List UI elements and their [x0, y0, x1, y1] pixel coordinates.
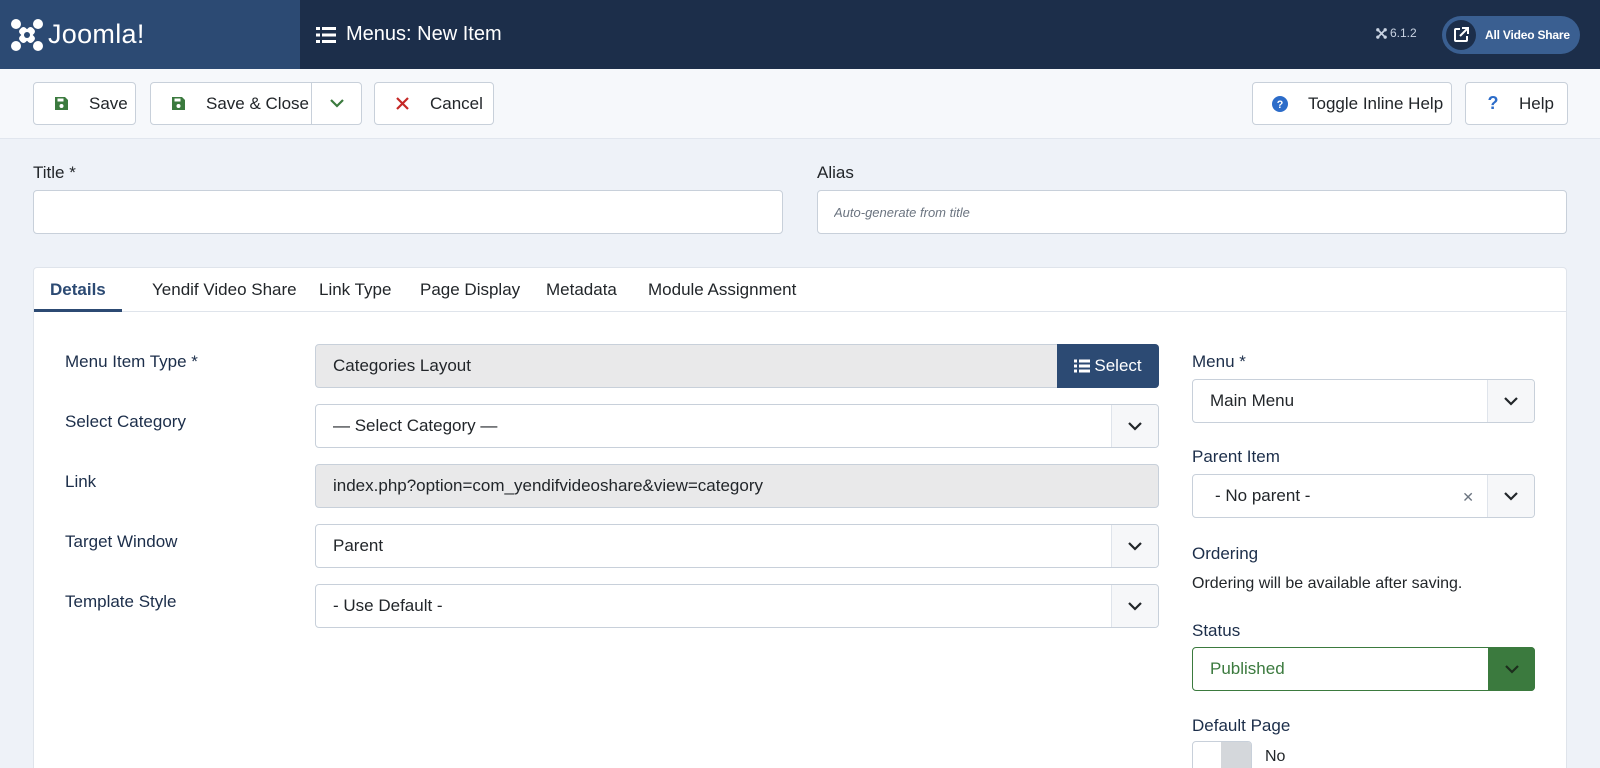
menu-item-type-label: Menu Item Type * — [65, 352, 198, 371]
joomla-mini-icon — [1376, 27, 1387, 39]
menu-item-type-field: Categories Layout Select — [315, 344, 1159, 388]
target-window-dropdown[interactable]: Parent — [315, 524, 1159, 568]
save-options-dropdown[interactable] — [311, 83, 361, 124]
svg-text:?: ? — [1277, 99, 1284, 111]
chevron-down-icon — [329, 99, 344, 108]
cancel-label: Cancel — [430, 93, 483, 113]
menu-dropdown[interactable]: Main Menu — [1192, 379, 1535, 423]
help-button[interactable]: ? Help — [1465, 82, 1568, 125]
link-value: index.php?option=com_yendifvideoshare&vi… — [333, 476, 764, 495]
alias-input[interactable] — [817, 190, 1567, 234]
tab-yendif-video-share[interactable]: Yendif Video Share — [136, 268, 313, 312]
status-dropdown[interactable]: Published — [1192, 647, 1535, 691]
parent-item-dropdown[interactable]: - No parent - ✕ — [1192, 474, 1535, 518]
save-icon — [53, 96, 69, 112]
template-style-value: - Use Default - — [333, 596, 443, 615]
select-type-button[interactable]: Select — [1057, 344, 1159, 388]
default-page-toggle[interactable] — [1192, 741, 1252, 768]
parent-item-label: Parent Item — [1192, 447, 1280, 466]
close-icon — [394, 96, 410, 112]
title-label: Title * — [33, 163, 76, 182]
title-input[interactable] — [33, 190, 783, 234]
select-category-label: Select Category — [65, 412, 186, 431]
default-page-label: Default Page — [1192, 716, 1291, 735]
parent-item-value: - No parent - — [1215, 486, 1311, 505]
tab-bar: Details Yendif Video Share Link Type Pag… — [34, 268, 1566, 312]
target-window-value: Parent — [333, 536, 384, 555]
question-icon: ? — [1487, 93, 1499, 113]
external-link-icon — [1446, 20, 1476, 50]
tab-link-type[interactable]: Link Type — [303, 268, 407, 312]
tab-details[interactable]: Details — [34, 268, 122, 312]
version-number: 6.1.2 — [1390, 26, 1417, 40]
save-label: Save — [89, 93, 128, 113]
version-label: 6.1.2 — [1376, 26, 1417, 40]
status-label: Status — [1192, 621, 1241, 640]
brand-name: Joomla! — [48, 19, 145, 49]
list-icon — [316, 26, 336, 43]
help-circle-icon: ? — [1272, 95, 1288, 112]
chevron-down-icon — [1111, 525, 1158, 567]
status-value: Published — [1210, 659, 1285, 678]
save-icon — [170, 96, 186, 112]
chevron-down-icon — [1111, 405, 1158, 447]
select-button-label: Select — [1094, 356, 1142, 375]
cancel-button[interactable]: Cancel — [374, 82, 494, 125]
link-field: index.php?option=com_yendifvideoshare&vi… — [315, 464, 1159, 508]
page-title: Menus: New Item — [346, 23, 502, 45]
tab-metadata[interactable]: Metadata — [530, 268, 633, 312]
menu-item-type-value: Categories Layout — [333, 356, 471, 375]
link-label: Link — [65, 472, 97, 491]
toggle-knob — [1221, 742, 1251, 768]
save-close-label: Save & Close — [206, 93, 309, 113]
clear-icon[interactable]: ✕ — [1462, 489, 1474, 506]
help-label: Help — [1519, 93, 1554, 113]
menu-value: Main Menu — [1210, 391, 1295, 410]
chevron-down-icon — [1487, 380, 1534, 422]
top-header: Joomla! Menus: New Item 6.1.2 All Video … — [0, 0, 1600, 69]
tab-module-assignment[interactable]: Module Assignment — [632, 268, 812, 312]
joomla-logo-icon — [11, 18, 43, 51]
page-heading: Menus: New Item — [316, 0, 502, 69]
list-icon — [1074, 359, 1091, 373]
save-close-button[interactable]: Save & Close — [150, 82, 362, 125]
chevron-down-icon — [1111, 585, 1158, 627]
tab-page-display[interactable]: Page Display — [404, 268, 536, 312]
save-button[interactable]: Save — [33, 82, 136, 125]
chevron-down-icon — [1488, 647, 1535, 691]
toggle-inline-help-button[interactable]: ? Toggle Inline Help — [1252, 82, 1452, 125]
ordering-note: Ordering will be available after saving. — [1192, 575, 1463, 592]
joomla-brand[interactable]: Joomla! — [0, 0, 300, 69]
site-button-label: All Video Share — [1485, 28, 1570, 42]
chevron-down-icon — [1487, 475, 1534, 517]
template-style-dropdown[interactable]: - Use Default - — [315, 584, 1159, 628]
view-site-button[interactable]: All Video Share — [1442, 16, 1580, 54]
default-page-value: No — [1265, 748, 1286, 765]
toggle-help-label: Toggle Inline Help — [1308, 93, 1444, 113]
menu-label: Menu * — [1192, 352, 1246, 371]
select-category-value: — Select Category — — [333, 416, 498, 435]
toolbar: Save Save & Close Cancel ? Toggle Inline… — [0, 69, 1600, 139]
ordering-label: Ordering — [1192, 544, 1259, 563]
alias-label: Alias — [817, 163, 854, 182]
template-style-label: Template Style — [65, 592, 177, 611]
select-category-dropdown[interactable]: — Select Category — — [315, 404, 1159, 448]
target-window-label: Target Window — [65, 532, 178, 551]
